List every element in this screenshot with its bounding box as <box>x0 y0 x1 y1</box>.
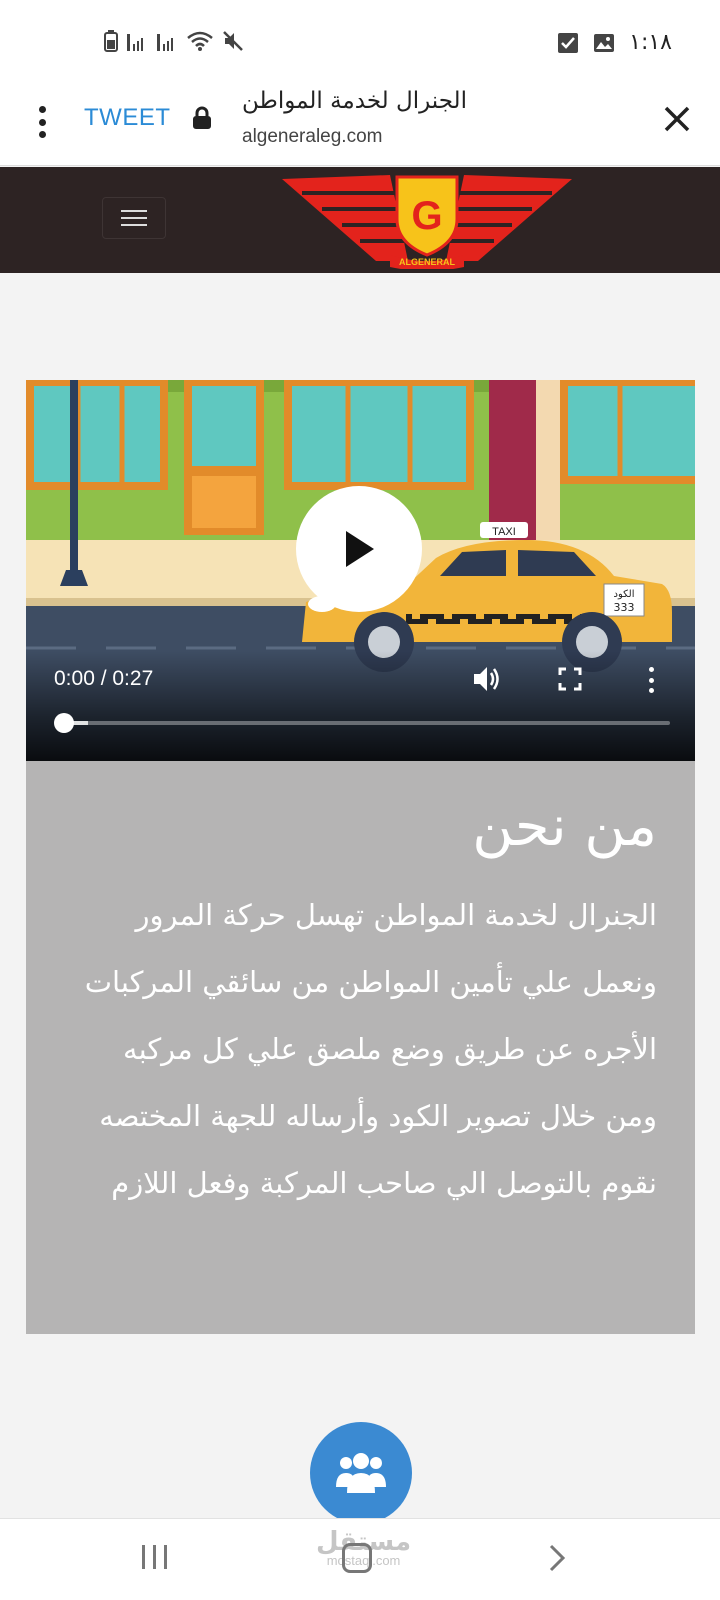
users-fab-button[interactable] <box>310 1422 412 1524</box>
battery-icon <box>104 30 118 52</box>
taxi-sign: TAXI <box>492 526 516 538</box>
lock-icon <box>193 106 211 129</box>
play-icon <box>346 531 374 567</box>
back-icon[interactable] <box>548 1543 566 1573</box>
page-domain: algeneraleg.com <box>242 126 383 147</box>
logo-letter: G <box>411 194 442 238</box>
mute-icon <box>223 31 243 51</box>
fullscreen-icon[interactable] <box>558 667 582 691</box>
video-player[interactable]: TAXI الكود 333 0:00 / 0:27 <box>26 380 695 761</box>
checkbox-notification-icon <box>558 32 579 53</box>
plate-line1: الكود <box>614 589 635 600</box>
volume-icon[interactable] <box>472 665 502 693</box>
wifi-icon <box>187 31 213 51</box>
logo-text: ALGENERAL <box>399 257 456 267</box>
video-controls: 0:00 / 0:27 <box>26 651 695 761</box>
status-icons-left <box>104 30 244 52</box>
close-icon[interactable] <box>660 102 694 136</box>
about-title: من نحن <box>472 794 657 859</box>
hamburger-menu-button[interactable] <box>102 197 166 239</box>
more-vert-icon[interactable] <box>30 102 54 142</box>
status-icons-right: ١:١٨ <box>557 30 672 55</box>
tweet-button[interactable]: TWEET <box>84 104 171 132</box>
algeneral-logo[interactable]: G ALGENERAL <box>280 171 574 269</box>
video-time: 0:00 / 0:27 <box>54 667 154 690</box>
system-nav-bar: مستقل mostaql.com <box>0 1518 720 1600</box>
clock: ١:١٨ <box>629 30 672 55</box>
site-header: G ALGENERAL <box>0 167 720 273</box>
browser-toolbar: TWEET الجنرال لخدمة المواطن algeneraleg.… <box>0 86 720 166</box>
page-title: الجنرال لخدمة المواطن <box>242 88 467 114</box>
recent-apps-icon[interactable] <box>142 1545 167 1569</box>
plate-line2: 333 <box>614 601 635 614</box>
about-section: من نحن الجنرال لخدمة المواطن تهسل حركة ا… <box>26 761 695 1334</box>
signal-icon <box>157 34 173 51</box>
video-scrubber-thumb[interactable] <box>54 713 74 733</box>
home-icon[interactable] <box>342 1543 372 1573</box>
about-body: الجنرال لخدمة المواطن تهسل حركة المرور و… <box>84 898 657 1201</box>
video-progress-bar[interactable] <box>54 713 670 733</box>
signal-icon <box>127 34 143 51</box>
status-bar: ١:١٨ <box>0 0 720 86</box>
more-vert-icon[interactable] <box>646 667 656 693</box>
users-icon <box>336 1453 386 1493</box>
play-button[interactable] <box>296 486 422 612</box>
image-notification-icon <box>594 33 615 52</box>
